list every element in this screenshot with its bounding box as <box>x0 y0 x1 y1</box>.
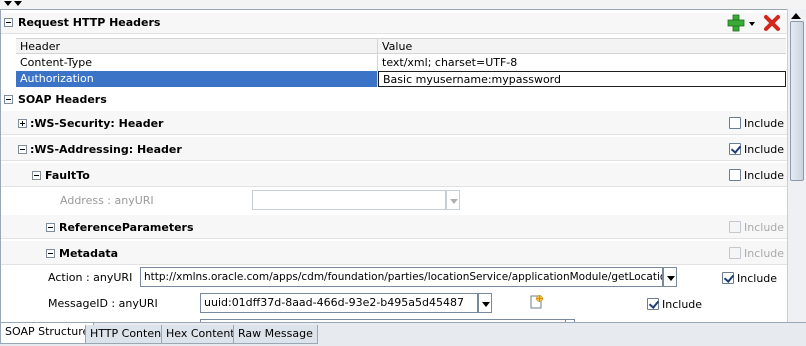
action-dropdown-button[interactable] <box>663 267 677 287</box>
metadata-row: Metadata Include <box>1 241 787 265</box>
top-strip <box>0 0 806 9</box>
collapse-icon[interactable] <box>4 95 13 104</box>
message-id-input[interactable]: uuid:01dff37d-8aad-466d-93e2-b495a5d4548… <box>200 293 478 313</box>
include-label: Include <box>737 272 778 285</box>
request-http-headers-section: Request HTTP Headers <box>1 13 787 34</box>
include-checkbox[interactable] <box>647 298 659 310</box>
action-input[interactable]: http://xmlns.oracle.com/apps/cdm/foundat… <box>140 267 663 287</box>
value-cell[interactable]: text/xml; charset=UTF-8 <box>378 55 786 71</box>
tab-hex-content[interactable]: Hex Content <box>161 325 240 344</box>
expand-icon[interactable] <box>18 119 27 128</box>
header-cell[interactable]: Content-Type <box>16 55 378 71</box>
bottom-tab-bar: SOAP Structure HTTP Content Hex Content … <box>0 322 806 346</box>
include-label: Include <box>744 247 785 260</box>
fault-to-label: FaultTo <box>45 169 90 182</box>
soap-headers-section: SOAP Headers <box>1 91 787 109</box>
new-id-icon[interactable] <box>528 294 544 310</box>
include-checkbox[interactable] <box>722 272 734 284</box>
collapse-icon[interactable] <box>46 249 55 258</box>
collapse-arrow-icon[interactable] <box>4 1 12 6</box>
table-row[interactable]: Content-Type text/xml; charset=UTF-8 <box>16 55 786 71</box>
plus-icon[interactable] <box>727 14 745 32</box>
x-icon[interactable] <box>763 14 781 32</box>
address-input[interactable] <box>252 190 446 210</box>
vertical-scrollbar[interactable] <box>787 9 806 322</box>
tab-soap-structure[interactable]: SOAP Structure <box>0 323 95 344</box>
table-header-row: Header Value <box>16 38 786 55</box>
collapse-arrow-icon-2[interactable] <box>14 1 22 6</box>
include-checkbox[interactable] <box>729 143 741 155</box>
include-label: Include <box>662 298 703 311</box>
address-row: Address : anyURI <box>1 189 787 213</box>
include-label: Include <box>744 143 785 156</box>
column-header-header[interactable]: Header <box>16 39 378 55</box>
include-checkbox[interactable] <box>729 169 741 181</box>
table-row-selected[interactable]: Authorization Basic myusername:mypasswor… <box>16 71 786 87</box>
reference-parameters-label: ReferenceParameters <box>59 221 194 234</box>
tab-raw-message[interactable]: Raw Message <box>233 325 318 344</box>
add-dropdown-arrow-icon[interactable] <box>749 22 755 26</box>
scrollbar-thumb[interactable] <box>790 21 804 181</box>
ws-security-label: :WS-Security: Header <box>30 117 164 130</box>
include-checkbox[interactable] <box>729 117 741 129</box>
collapse-icon[interactable] <box>18 145 27 154</box>
metadata-label: Metadata <box>59 247 119 260</box>
include-label: Include <box>744 169 785 182</box>
action-row: Action : anyURI http://xmlns.oracle.com/… <box>1 266 787 290</box>
section-title: SOAP Headers <box>18 93 107 106</box>
address-label: Address : anyURI <box>60 194 154 207</box>
address-dropdown-button[interactable] <box>446 190 460 210</box>
include-checkbox <box>729 247 741 259</box>
message-id-dropdown-button[interactable] <box>478 293 492 313</box>
header-cell[interactable]: Authorization <box>16 71 378 87</box>
column-header-value[interactable]: Value <box>378 39 786 55</box>
collapse-icon[interactable] <box>46 223 55 232</box>
action-label: Action : anyURI <box>48 271 133 284</box>
collapse-icon[interactable] <box>4 18 13 27</box>
value-cell-editing[interactable]: Basic myusername:mypassword <box>378 71 786 87</box>
message-id-label: MessageID : anyURI <box>48 297 158 310</box>
scroll-up-arrow-icon[interactable] <box>791 13 801 19</box>
tab-http-content[interactable]: HTTP Content <box>85 325 171 344</box>
soap-request-editor: Request HTTP Headers Header Value Conten… <box>0 0 806 346</box>
ws-addressing-header-row: :WS-Addressing: Header Include <box>1 137 787 161</box>
section-title: Request HTTP Headers <box>18 16 161 29</box>
include-checkbox <box>729 221 741 233</box>
message-id-row: MessageID : anyURI uuid:01dff37d-8aad-46… <box>1 292 787 316</box>
request-tree-panel: Request HTTP Headers Header Value Conten… <box>0 9 787 322</box>
include-label: Include <box>744 117 785 130</box>
collapse-icon[interactable] <box>32 171 41 180</box>
include-label: Include <box>744 221 785 234</box>
ws-addressing-label: :WS-Addressing: Header <box>30 143 182 156</box>
reference-parameters-row: ReferenceParameters Include <box>1 215 787 239</box>
fault-to-row: FaultTo Include <box>1 163 787 187</box>
ws-security-header-row: :WS-Security: Header Include <box>1 111 787 135</box>
